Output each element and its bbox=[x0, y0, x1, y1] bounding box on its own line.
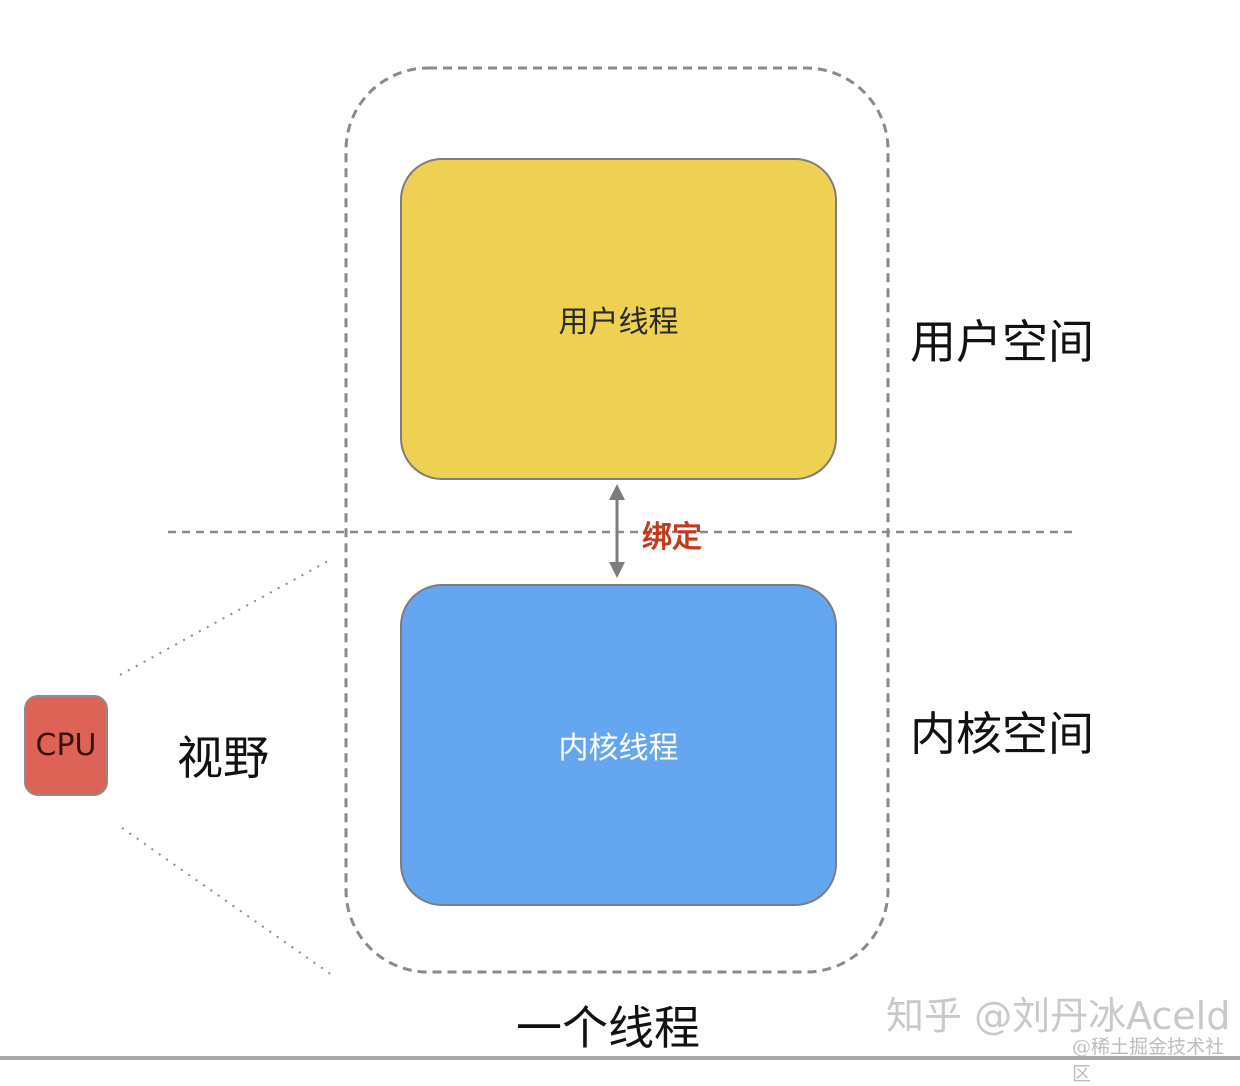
user-space-label: 用户空间 bbox=[910, 315, 1094, 369]
kernel-thread-label: 内核线程 bbox=[558, 731, 679, 766]
bottom-border bbox=[0, 1056, 1240, 1060]
kernel-thread-box: 内核线程 bbox=[400, 584, 837, 906]
cpu-label: CPU bbox=[35, 728, 97, 763]
user-thread-box: 用户线程 bbox=[400, 158, 837, 480]
user-thread-label: 用户线程 bbox=[558, 305, 679, 340]
binding-label: 绑定 bbox=[642, 520, 702, 555]
kernel-space-label: 内核空间 bbox=[910, 707, 1094, 761]
view-line-bottom bbox=[121, 827, 333, 976]
view-line-top bbox=[119, 559, 331, 676]
cpu-box: CPU bbox=[24, 695, 108, 796]
view-label: 视野 bbox=[177, 731, 269, 785]
one-thread-label: 一个线程 bbox=[516, 1001, 700, 1055]
